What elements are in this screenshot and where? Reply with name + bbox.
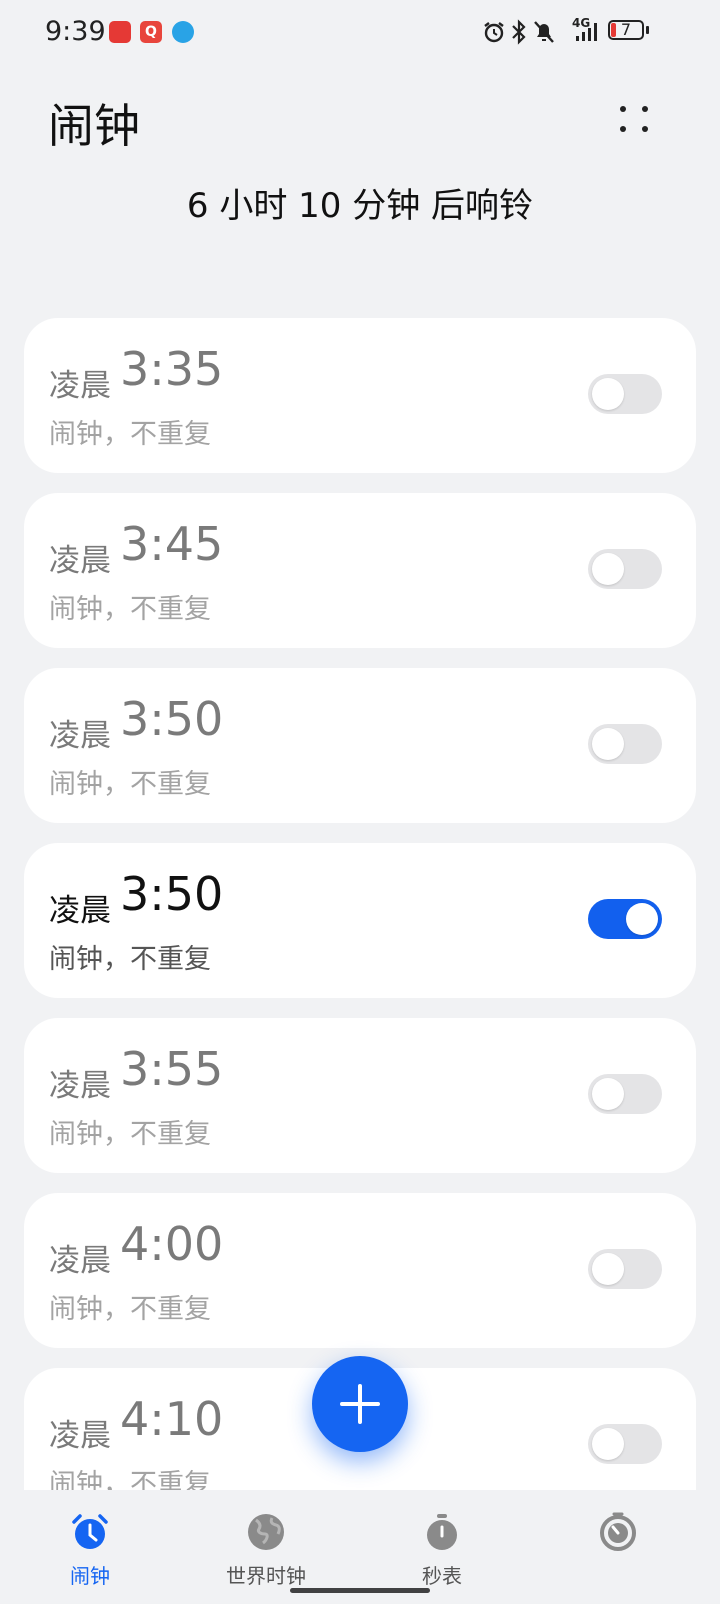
alarm-label: 闹钟，不重复: [49, 1294, 211, 1325]
alarm-label: 闹钟，不重复: [49, 944, 211, 975]
alarm-period: 凌晨: [49, 1418, 111, 1454]
tab-timer[interactable]: [528, 1490, 708, 1604]
alarm-toggle[interactable]: [588, 724, 662, 764]
alarm-toggle[interactable]: [588, 1249, 662, 1289]
alarm-period: 凌晨: [49, 893, 111, 929]
timer-icon: [600, 1512, 636, 1551]
alarm-label: 闹钟，不重复: [49, 419, 211, 450]
stopwatch-icon: [427, 1514, 457, 1550]
status-time: 9:39: [45, 16, 106, 47]
notification-app-icon: [109, 21, 131, 43]
alarm-toggle[interactable]: [588, 1424, 662, 1464]
alarm-card[interactable]: 凌晨 3:35 闹钟，不重复: [24, 318, 696, 473]
alarm-period: 凌晨: [49, 368, 111, 404]
battery-level-text: 7: [620, 20, 632, 39]
notification-app-icon: [172, 21, 194, 43]
next-alarm-countdown: 6 小时 10 分钟 后响铃: [186, 186, 534, 226]
alarm-toggle[interactable]: [588, 374, 662, 414]
alarm-time: 3:50: [120, 867, 224, 921]
globe-icon: [248, 1514, 284, 1550]
signal-icon: [576, 23, 597, 41]
bottom-navigation: 闹钟 世界时钟 秒表: [0, 1490, 720, 1604]
bluetooth-icon: [512, 19, 526, 45]
alarm-time: 4:00: [120, 1217, 224, 1271]
mute-icon: [534, 21, 554, 43]
alarm-toggle[interactable]: [588, 549, 662, 589]
alarm-time: 4:10: [120, 1392, 224, 1446]
status-bar: 9:39 Q 4G 7: [0, 0, 720, 64]
home-indicator[interactable]: [290, 1588, 430, 1593]
alarm-period: 凌晨: [49, 543, 111, 579]
tab-world-clock[interactable]: 世界时钟: [176, 1490, 356, 1604]
alarm-card[interactable]: 凌晨 3:50 闹钟，不重复: [24, 668, 696, 823]
alarm-card[interactable]: 凌晨 3:50 闹钟，不重复: [24, 843, 696, 998]
add-alarm-button[interactable]: [312, 1356, 408, 1452]
tab-label: 秒表: [422, 1564, 462, 1588]
alarm-toggle[interactable]: [588, 1074, 662, 1114]
tab-stopwatch[interactable]: 秒表: [352, 1490, 532, 1604]
alarm-time: 3:55: [120, 1042, 224, 1096]
alarm-card[interactable]: 凌晨 3:55 闹钟，不重复: [24, 1018, 696, 1173]
alarm-label: 闹钟，不重复: [49, 769, 211, 800]
tab-label: 闹钟: [70, 1564, 110, 1588]
alarm-label: 闹钟，不重复: [49, 1469, 211, 1490]
alarm-label: 闹钟，不重复: [49, 1119, 211, 1150]
alarm-icon: [484, 22, 504, 43]
alarm-time: 3:35: [120, 342, 224, 396]
more-options-button[interactable]: [608, 94, 660, 146]
plus-icon: [340, 1384, 380, 1424]
notification-app-icon: Q: [140, 21, 162, 43]
alarm-card[interactable]: 凌晨 3:45 闹钟，不重复: [24, 493, 696, 648]
alarm-period: 凌晨: [49, 1068, 111, 1104]
alarm-period: 凌晨: [49, 1243, 111, 1279]
page-title: 闹钟: [48, 99, 140, 153]
tab-alarm[interactable]: 闹钟: [0, 1490, 180, 1604]
tab-label: 世界时钟: [226, 1564, 306, 1588]
alarm-time: 3:50: [120, 692, 224, 746]
battery-icon: 7: [608, 20, 644, 40]
alarm-list[interactable]: 凌晨 3:35 闹钟，不重复 凌晨 3:45 闹钟，不重复 凌晨 3:50 闹钟…: [24, 318, 696, 1490]
alarm-card[interactable]: 凌晨 4:00 闹钟，不重复: [24, 1193, 696, 1348]
alarm-clock-icon: [72, 1514, 108, 1549]
alarm-toggle[interactable]: [588, 899, 662, 939]
alarm-period: 凌晨: [49, 718, 111, 754]
alarm-time: 3:45: [120, 517, 224, 571]
alarm-label: 闹钟，不重复: [49, 594, 211, 625]
